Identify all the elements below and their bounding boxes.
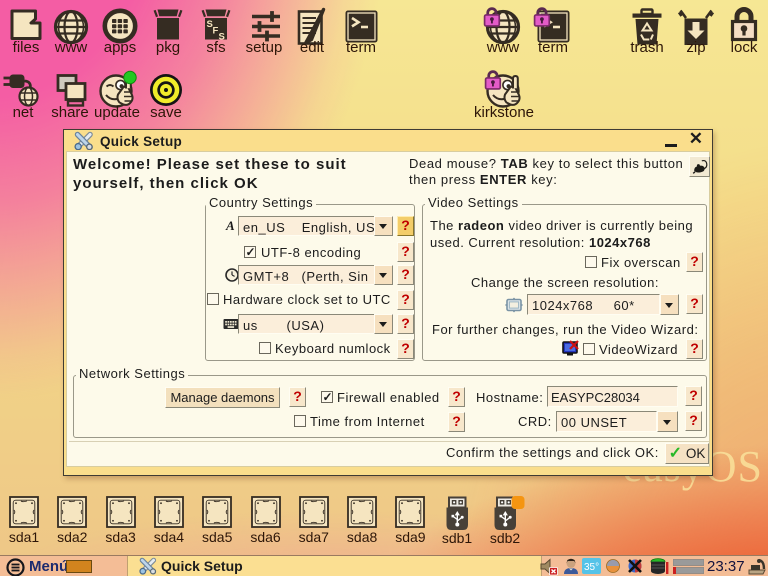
svg-text:A: A: [225, 218, 235, 233]
svg-text:35°: 35°: [584, 562, 599, 573]
